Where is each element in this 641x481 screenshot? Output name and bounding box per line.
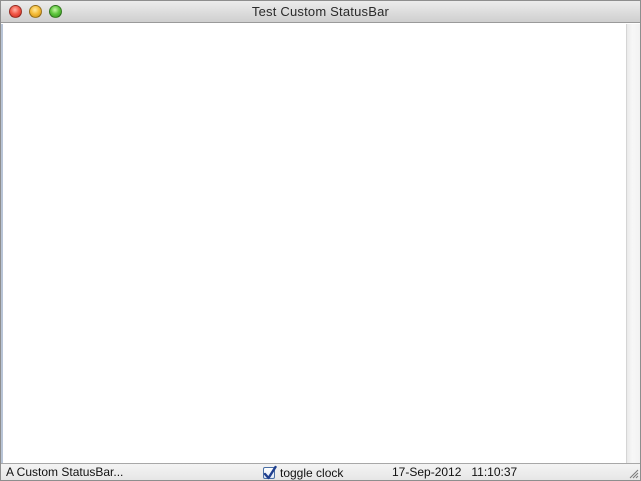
checkbox-box[interactable] [263, 465, 277, 479]
app-window: Test Custom StatusBar A Custom StatusBar… [0, 0, 641, 481]
vertical-scrollbar[interactable] [626, 24, 640, 463]
toggle-clock-checkbox[interactable]: toggle clock [263, 465, 343, 480]
window-title: Test Custom StatusBar [251, 4, 390, 19]
status-bar: A Custom StatusBar... toggle clock 17-Se… [1, 463, 640, 480]
content-area [1, 24, 626, 463]
toggle-clock-label: toggle clock [280, 465, 344, 480]
clock-readout: 17-Sep-2012 11:10:37 [392, 465, 518, 479]
checkmark-icon [263, 465, 277, 479]
resize-grip-icon[interactable] [627, 467, 639, 479]
status-message: A Custom StatusBar... [6, 465, 124, 479]
title-bar[interactable]: Test Custom StatusBar [1, 1, 640, 23]
